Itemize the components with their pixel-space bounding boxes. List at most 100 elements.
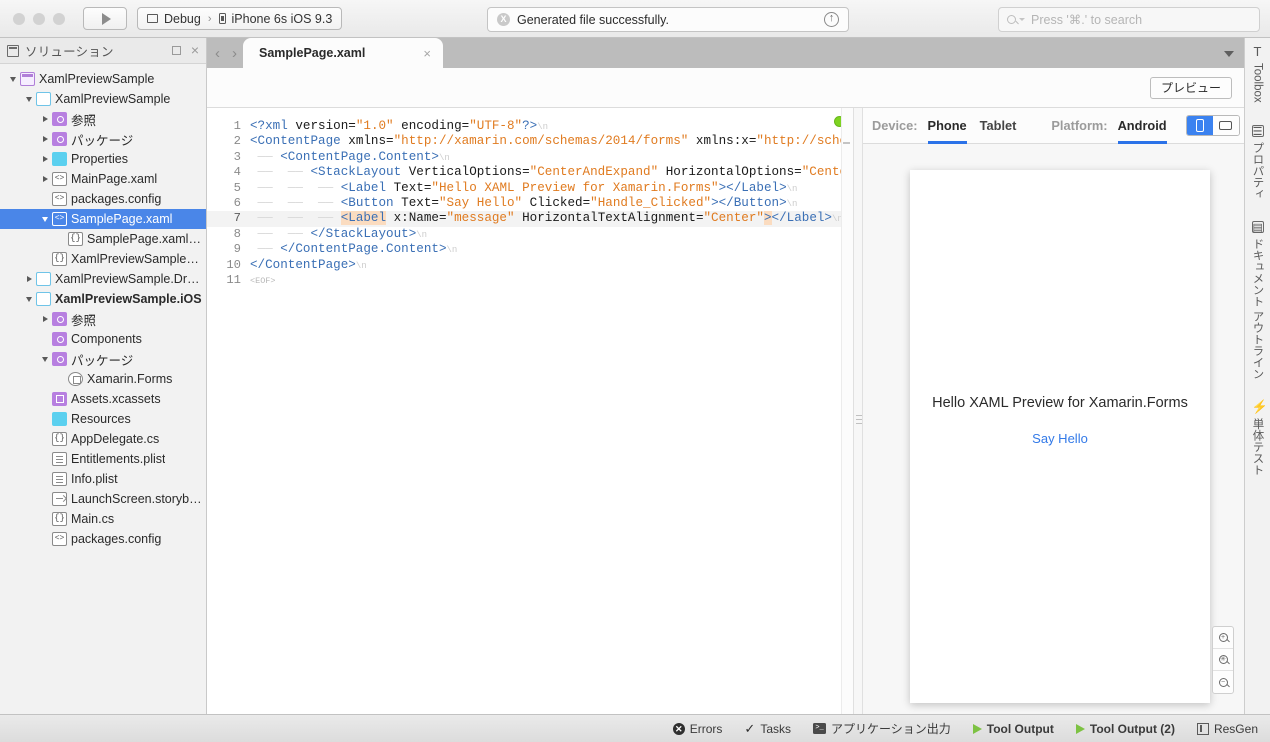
expand-arrow-icon[interactable] [38, 136, 52, 142]
statusbar-item-tool-output[interactable]: Tool Output [972, 722, 1054, 736]
status-expand-icon[interactable] [824, 11, 839, 27]
zoom-out-button[interactable]: − [1213, 671, 1233, 693]
tree-item-[interactable]: 参照 [0, 109, 206, 129]
maximize-window-button[interactable] [53, 12, 65, 25]
device-option-tablet[interactable]: Tablet [980, 108, 1017, 144]
project-icon [36, 292, 51, 306]
pin-pad-button[interactable] [171, 46, 181, 55]
tree-item-samplepage-xaml[interactable]: <> SamplePage.xaml [0, 209, 206, 229]
tree-item-xamlpreviewsample-ios[interactable]: XamlPreviewSample.iOS [0, 289, 206, 309]
line-number: 2 [233, 134, 241, 149]
navigate-back-icon[interactable]: ‹ [215, 46, 220, 61]
expand-arrow-icon[interactable] [22, 276, 36, 282]
tree-item-mainpage-xaml[interactable]: <> MainPage.xaml [0, 169, 206, 189]
global-search-box[interactable]: Press '⌘.' to search [998, 7, 1260, 32]
code-line[interactable]: 1 <?xml version="1.0" encoding="UTF-8"?>\… [207, 119, 853, 134]
rail-pad-4[interactable]: ⚡ 単体テスト [1250, 400, 1268, 476]
code-token: <StackLayout [310, 165, 402, 180]
tree-item-label: SamplePage.xaml [71, 212, 173, 226]
statusbar-item-tool-output-2[interactable]: Tool Output (2) [1075, 722, 1175, 736]
tab-list-dropdown-icon[interactable] [1224, 51, 1234, 57]
expand-arrow-icon[interactable] [38, 156, 52, 162]
expand-arrow-icon[interactable] [38, 116, 52, 122]
close-window-button[interactable] [13, 12, 25, 25]
close-pad-icon[interactable]: × [191, 43, 199, 57]
preview-toggle-button[interactable]: プレビュー [1149, 76, 1232, 99]
solution-icon [20, 72, 35, 86]
code-line[interactable]: 8 —— —— </StackLayout>\n [207, 227, 853, 242]
navigate-forward-icon[interactable]: › [232, 46, 237, 61]
status-message-panel[interactable]: X Generated file successfully. [487, 7, 849, 32]
rail-pad-3[interactable]: ▤ ドキュメント アウトライン [1250, 221, 1266, 379]
minimize-window-button[interactable] [33, 12, 45, 25]
tree-item-xamlpreviewsample[interactable]: XamlPreviewSample [0, 69, 206, 89]
run-configuration-selector[interactable]: Debug › iPhone 6s iOS 9.3 [137, 7, 343, 30]
statusbar-item-errors[interactable]: ✕ Errors [672, 722, 722, 736]
code-line[interactable]: 11 <EOF> [207, 273, 853, 288]
collapse-arrow-icon[interactable] [38, 216, 52, 222]
orientation-portrait-button[interactable] [1186, 116, 1213, 135]
code-line[interactable]: 6 —— —— —— <Button Text="Say Hello" Clic… [207, 196, 853, 211]
tree-item-label: XamlPreviewSample.Droid [55, 272, 202, 286]
device-option-phone[interactable]: Phone [927, 108, 967, 144]
code-line[interactable]: 4 —— —— <StackLayout VerticalOptions="Ce… [207, 165, 853, 180]
code-line[interactable]: 10 </ContentPage>\n [207, 258, 853, 273]
code-token: \n [446, 245, 458, 256]
tree-item-[interactable]: パッケージ [0, 129, 206, 149]
rail-pad-label: 単体テスト [1251, 418, 1264, 476]
tree-item-packages-config[interactable]: <> packages.config [0, 189, 206, 209]
statusbar-item-tasks[interactable]: ✓ Tasks [744, 721, 791, 737]
tree-item-appdelegate-cs[interactable]: {} AppDelegate.cs [0, 429, 206, 449]
tree-item-launchscreen-storyboard[interactable]: LaunchScreen.storyboard [0, 489, 206, 509]
platform-option-android[interactable]: Android [1117, 108, 1167, 144]
statusbar-item-[interactable]: >_ アプリケーション出力 [813, 720, 951, 737]
tree-item-[interactable]: 参照 [0, 309, 206, 329]
tree-item-xamlpreviewsample-cs[interactable]: {} XamlPreviewSample.cs [0, 249, 206, 269]
collapse-arrow-icon[interactable] [38, 356, 52, 362]
tree-item-packages-config[interactable]: <> packages.config [0, 529, 206, 549]
code-editor-pane[interactable]: 1 <?xml version="1.0" encoding="UTF-8"?>\… [207, 108, 853, 714]
rendered-button[interactable]: Say Hello [1032, 431, 1088, 446]
tree-item-xamlpreviewsample-droid[interactable]: XamlPreviewSample.Droid [0, 269, 206, 289]
bottom-status-bar: ✕ Errors ✓ Tasks >_ アプリケーション出力 Tool Output Tool… [0, 714, 1270, 742]
tree-item-assets-xcassets[interactable]: Assets.xcassets [0, 389, 206, 409]
expand-arrow-icon[interactable] [38, 316, 52, 322]
tree-item-xamlpreviewsample[interactable]: XamlPreviewSample [0, 89, 206, 109]
orientation-landscape-button[interactable] [1212, 116, 1239, 135]
code-line[interactable]: 9 —— </ContentPage.Content>\n [207, 242, 853, 257]
tree-item-xamarin-forms[interactable]: Xamarin.Forms [0, 369, 206, 389]
tree-item-resources[interactable]: Resources [0, 409, 206, 429]
tree-item-main-cs[interactable]: {} Main.cs [0, 509, 206, 529]
collapse-arrow-icon[interactable] [6, 76, 20, 82]
rail-pad-1[interactable]: T Toolbox [1252, 45, 1264, 103]
code-token: "http://sche [756, 134, 848, 149]
expand-arrow-icon[interactable] [38, 176, 52, 182]
code-line[interactable]: 5 —— —— —— <Label Text="Hello XAML Previ… [207, 181, 853, 196]
pane-splitter[interactable] [853, 108, 863, 714]
tree-item-entitlements-plist[interactable]: Entitlements.plist [0, 449, 206, 469]
reference-folder-icon [52, 312, 67, 326]
run-button[interactable] [83, 7, 127, 30]
tree-item-samplepage-xaml-cs[interactable]: {} SamplePage.xaml.cs [0, 229, 206, 249]
code-line[interactable]: 2 <ContentPage xmlns="http://xamarin.com/… [207, 134, 853, 149]
code-line[interactable]: 7 —— —— —— <Label x:Name="message" Horiz… [207, 211, 853, 227]
zoom-in-button[interactable]: + [1213, 627, 1233, 649]
tree-item-components[interactable]: Components [0, 329, 206, 349]
collapse-arrow-icon[interactable] [22, 296, 36, 302]
code-token: xmlns:x= [688, 134, 757, 149]
landscape-icon [1219, 121, 1233, 130]
tab-samplepage-xaml[interactable]: SamplePage.xaml × [243, 38, 443, 68]
collapse-arrow-icon[interactable] [22, 96, 36, 102]
rail-pad-2[interactable]: ☰ プロパティ [1250, 124, 1266, 199]
close-tab-icon[interactable]: × [397, 46, 431, 61]
code-token: \n [786, 183, 798, 194]
code-line[interactable]: 3 —— <ContentPage.Content>\n [207, 150, 853, 165]
rail-pad-label: ドキュメント アウトライン [1251, 238, 1264, 380]
code-text[interactable]: 1 <?xml version="1.0" encoding="UTF-8"?>\… [207, 108, 853, 288]
zoom-reset-button[interactable]: ✳ [1213, 649, 1233, 671]
tree-item-properties[interactable]: Properties [0, 149, 206, 169]
statusbar-item-resgen[interactable]: ResGen [1196, 722, 1258, 736]
tree-item-[interactable]: パッケージ [0, 349, 206, 369]
editor-scrollbar[interactable] [841, 108, 853, 714]
tree-item-info-plist[interactable]: Info.plist [0, 469, 206, 489]
